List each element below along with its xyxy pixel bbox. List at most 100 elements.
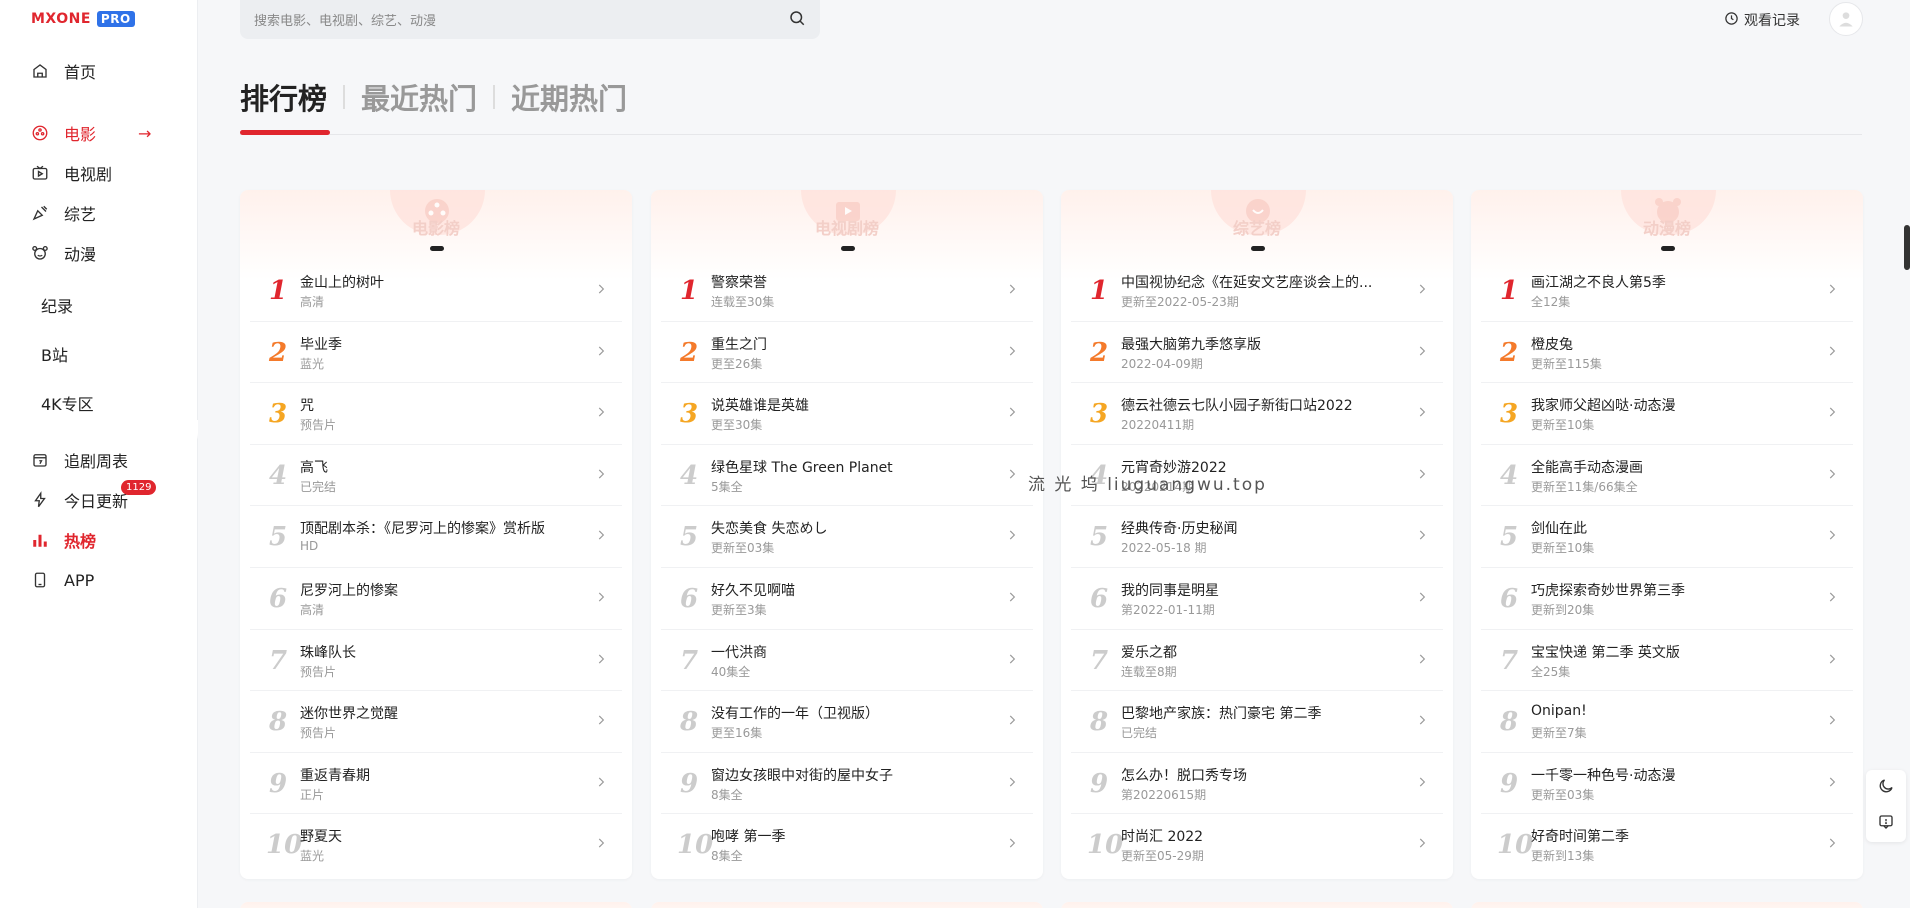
list-item[interactable]: 10 野夏天 蓝光 xyxy=(250,814,622,876)
list-item[interactable]: 3 德云社德云七队小园子新街口站2022 20220411期 xyxy=(1071,383,1443,445)
tab-period-hot[interactable]: 近期热门 xyxy=(511,76,627,118)
item-subtitle: 2022-04-09期 xyxy=(1121,356,1203,371)
list-item[interactable]: 5 失恋美食 失恋めし 更新至03集 xyxy=(661,506,1033,568)
list-item[interactable]: 6 我的同事是明星 第2022-01-11期 xyxy=(1071,568,1443,630)
chevron-right-icon xyxy=(1829,592,1836,602)
rank-number: 2 xyxy=(268,337,288,368)
list-item[interactable]: 2 最强大脑第九季悠享版 2022-04-09期 xyxy=(1071,322,1443,384)
list-item[interactable]: 9 一千零一种色号·动态漫 更新至03集 xyxy=(1481,753,1853,815)
list-item[interactable]: 2 毕业季 蓝光 xyxy=(250,322,622,384)
list-item[interactable]: 7 一代洪商 40集全 xyxy=(661,630,1033,692)
tab-recent-hot[interactable]: 最近热门 xyxy=(361,76,477,118)
list-item[interactable]: 7 爱乐之都 连载至8期 xyxy=(1071,630,1443,692)
item-title: 怎么办！脱口秀专场 xyxy=(1121,767,1247,784)
rank-number: 6 xyxy=(1089,583,1109,614)
dark-mode-icon[interactable] xyxy=(1877,777,1895,799)
list-item[interactable]: 8 巴黎地产家族：热门豪宅 第二季 已完结 xyxy=(1071,691,1443,753)
list-item[interactable]: 1 金山上的树叶 高清 xyxy=(250,260,622,322)
chevron-right-icon xyxy=(1009,407,1016,417)
list-item[interactable]: 5 顶配剧本杀：《尼罗河上的惨案》赏析版 HD xyxy=(250,506,622,568)
list-item[interactable]: 9 重返青春期 正片 xyxy=(250,753,622,815)
rank-number: 3 xyxy=(1089,399,1109,430)
sidebar-item-hot[interactable]: 热榜 xyxy=(30,525,96,555)
list-item[interactable]: 6 巧虎探索奇妙世界第三季 更新到20集 xyxy=(1481,568,1853,630)
item-title: 全能高手动态漫画 xyxy=(1531,459,1643,476)
chevron-right-icon xyxy=(1829,346,1836,356)
card-indicator xyxy=(1251,246,1265,251)
tv-icon xyxy=(30,163,50,183)
list-item[interactable]: 2 橙皮兔 更新至115集 xyxy=(1481,322,1853,384)
list-item[interactable]: 3 说英雄谁是英雄 更至30集 xyxy=(661,383,1033,445)
list-item[interactable]: 1 画江湖之不良人第5季 全12集 xyxy=(1481,260,1853,322)
sidebar-item-schedule[interactable]: 追剧周表 xyxy=(30,445,128,475)
item-subtitle: 更新至05-29期 xyxy=(1121,849,1204,864)
rank-number: 9 xyxy=(1499,768,1519,799)
rank-number: 3 xyxy=(268,399,288,430)
logo[interactable]: MXONE PRO xyxy=(31,11,135,27)
list-item[interactable]: 7 珠峰队长 预告片 xyxy=(250,630,622,692)
scrollbar[interactable] xyxy=(1904,225,1910,270)
item-subtitle: 已完结 xyxy=(1121,726,1158,741)
item-title: 珠峰队长 xyxy=(300,644,356,661)
rank-number: 8 xyxy=(1499,707,1519,738)
clock-icon xyxy=(1724,11,1739,30)
sidebar-sub-4k[interactable]: 4K专区 xyxy=(41,391,94,415)
list-item[interactable]: 6 好久不见啊喵 更新至3集 xyxy=(661,568,1033,630)
chevron-right-icon xyxy=(1419,838,1426,848)
item-title: 一代洪商 xyxy=(711,644,767,661)
search-input[interactable]: 搜索电影、电视剧、综艺、动漫 xyxy=(254,10,788,29)
list-item[interactable]: 3 我家师父超凶哒·动态漫 更新至10集 xyxy=(1481,383,1853,445)
list-item[interactable]: 9 怎么办！脱口秀专场 第20220615期 xyxy=(1071,753,1443,815)
list-item[interactable]: 7 宝宝快递 第二季 英文版 全25集 xyxy=(1481,630,1853,692)
rank-number: 8 xyxy=(268,707,288,738)
sidebar-item-variety[interactable]: 综艺 xyxy=(30,198,96,228)
list-item[interactable]: 8 迷你世界之觉醒 预告片 xyxy=(250,691,622,753)
item-subtitle: 更新至03集 xyxy=(711,541,775,556)
list-item[interactable]: 5 经典传奇·历史秘闻 2022-05-18 期 xyxy=(1071,506,1443,568)
rank-number: 7 xyxy=(679,645,699,676)
list-item[interactable]: 1 中国视协纪念《在延安文艺座谈会上的... 更新至2022-05-23期 xyxy=(1071,260,1443,322)
list-item[interactable]: 10 好奇时间第二季 更新到13集 xyxy=(1481,814,1853,876)
item-subtitle: 更新至11集/66集全 xyxy=(1531,479,1638,494)
sidebar-item-movie[interactable]: 电影 → xyxy=(30,118,151,148)
list-item[interactable]: 6 尼罗河上的惨案 高清 xyxy=(250,568,622,630)
feedback-icon[interactable] xyxy=(1877,813,1895,835)
list-item[interactable]: 8 没有工作的一年（卫视版） 更至16集 xyxy=(661,691,1033,753)
sidebar-item-home[interactable]: 首页 xyxy=(30,56,96,86)
item-title: 宝宝快递 第二季 英文版 xyxy=(1531,644,1680,661)
tab-ranking[interactable]: 排行榜 xyxy=(240,76,327,118)
item-title: 迷你世界之觉醒 xyxy=(300,706,398,723)
sidebar-item-tv[interactable]: 电视剧 xyxy=(30,158,112,188)
sidebar-sub-documentary[interactable]: 纪录 xyxy=(41,293,73,317)
card-indicator xyxy=(430,246,444,251)
anime-icon xyxy=(30,243,50,263)
user-icon xyxy=(1839,12,1853,27)
item-subtitle: 40集全 xyxy=(711,664,751,679)
next-card-peek xyxy=(240,902,632,908)
item-subtitle: 预告片 xyxy=(300,726,337,741)
list-item[interactable]: 8 Onipan! 更新至7集 xyxy=(1481,691,1853,753)
sidebar-sub-bilibili[interactable]: B站 xyxy=(41,342,68,366)
list-item[interactable]: 5 剑仙在此 更新至10集 xyxy=(1481,506,1853,568)
logo-pro-badge: PRO xyxy=(96,11,135,27)
list-item[interactable]: 4 高飞 已完结 xyxy=(250,445,622,507)
list-item[interactable]: 9 窗边女孩眼中对街的屋中女子 8集全 xyxy=(661,753,1033,815)
rank-number: 5 xyxy=(1499,522,1519,553)
logo-brand: MXONE xyxy=(31,11,91,27)
list-item[interactable]: 2 重生之门 更至26集 xyxy=(661,322,1033,384)
item-subtitle: 蓝光 xyxy=(300,356,325,371)
search-bar[interactable]: 搜索电影、电视剧、综艺、动漫 xyxy=(240,0,820,39)
list-item[interactable]: 1 警察荣誉 连载至30集 xyxy=(661,260,1033,322)
list-item[interactable]: 10 时尚汇 2022 更新至05-29期 xyxy=(1071,814,1443,876)
list-item[interactable]: 10 咆哮 第一季 8集全 xyxy=(661,814,1033,876)
history-button[interactable]: 观看记录 xyxy=(1724,10,1800,30)
sidebar-item-app[interactable]: APP xyxy=(30,565,94,595)
sidebar-item-anime[interactable]: 动漫 xyxy=(30,238,96,268)
item-title: 没有工作的一年（卫视版） xyxy=(711,706,879,723)
list-item[interactable]: 3 咒预告片 xyxy=(250,383,622,445)
avatar[interactable] xyxy=(1829,2,1863,36)
search-icon[interactable] xyxy=(788,9,806,31)
sidebar-item-today[interactable]: 今日更新 xyxy=(30,485,128,515)
list-item[interactable]: 4 全能高手动态漫画 更新至11集/66集全 xyxy=(1481,445,1853,507)
list-item[interactable]: 4 绿色星球 The Green Planet 5集全 xyxy=(661,445,1033,507)
